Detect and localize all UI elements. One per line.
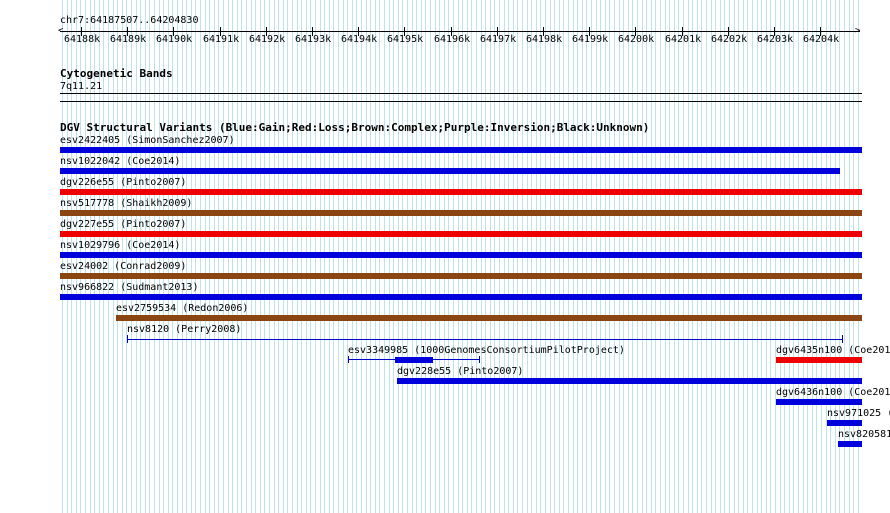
feature-label[interactable]: esv3349985 (1000GenomesConsortiumPilotPr… xyxy=(348,345,625,357)
ruler-tick-label: 64201k xyxy=(665,34,702,45)
feature-label[interactable]: dgv228e55 (Pinto2007) xyxy=(397,366,523,378)
ruler-tick-label: 64199k xyxy=(572,34,609,45)
feature-end-tick xyxy=(348,356,349,363)
feature-bar-gain[interactable] xyxy=(395,357,433,363)
cytogenetic-band-label: 7q11.21 xyxy=(60,81,103,92)
feature-bar-gain[interactable] xyxy=(60,252,862,258)
feature-label[interactable]: dgv6436n100 (Coe2014) xyxy=(776,387,890,399)
feature-label[interactable]: dgv227e55 (Pinto2007) xyxy=(60,219,186,231)
ruler-tick-label: 64200k xyxy=(618,34,655,45)
genome-browser-view: chr7:64187507..64204830 < > 64188k 64189k… xyxy=(0,0,890,513)
feature-bar-complex[interactable] xyxy=(60,273,862,279)
ruler-tick-label: 64204k xyxy=(803,34,840,45)
feature-bar-gain[interactable] xyxy=(838,441,862,447)
feature-bar-gain[interactable] xyxy=(60,294,862,300)
feature-bar-complex[interactable] xyxy=(60,210,862,216)
feature-end-tick xyxy=(127,335,128,343)
ruler-left-arrow: < xyxy=(58,26,64,36)
ruler-tick-label: 64191k xyxy=(203,34,240,45)
ruler-axis-line xyxy=(60,31,860,32)
ruler-tick-label: 64192k xyxy=(249,34,286,45)
ruler-tick-label: 64197k xyxy=(480,34,517,45)
cytogenetic-track-title: Cytogenetic Bands xyxy=(60,67,173,80)
feature-end-tick xyxy=(479,356,480,363)
feature-bar-gain[interactable] xyxy=(60,168,840,174)
feature-label[interactable]: esv24002 (Conrad2009) xyxy=(60,261,186,273)
ruler-tick-label: 64196k xyxy=(434,34,471,45)
feature-label[interactable]: nsv1029796 (Coe2014) xyxy=(60,240,180,252)
feature-bar-loss[interactable] xyxy=(776,357,862,363)
feature-end-tick xyxy=(842,335,843,343)
feature-bar-gain[interactable] xyxy=(827,420,862,426)
feature-label[interactable]: nsv966822 (Sudmant2013) xyxy=(60,282,198,294)
feature-label[interactable]: nsv517778 (Shaikh2009) xyxy=(60,198,192,210)
ruler-tick-label: 64203k xyxy=(757,34,794,45)
ruler-tick-label: 64189k xyxy=(110,34,147,45)
ruler-tick-label: 64195k xyxy=(387,34,424,45)
cytogenetic-band-bottom-line xyxy=(60,101,862,102)
ruler-tick-label: 64190k xyxy=(156,34,193,45)
feature-label[interactable]: nsv971025 (Coe2014) xyxy=(827,408,890,420)
feature-label[interactable]: nsv8120 (Perry2008) xyxy=(127,324,241,336)
feature-label[interactable]: nsv820581 (Coe2014) xyxy=(838,429,890,441)
feature-bar-gain[interactable] xyxy=(776,399,862,405)
feature-bar-complex[interactable] xyxy=(116,315,862,321)
ruler-position-label: chr7:64187507..64204830 xyxy=(60,15,199,26)
feature-bar-gain[interactable] xyxy=(397,378,862,384)
ruler-tick-label: 64193k xyxy=(295,34,332,45)
cytogenetic-band-top-line xyxy=(60,93,862,94)
feature-label[interactable]: dgv226e55 (Pinto2007) xyxy=(60,177,186,189)
ruler-tick-label: 64188k xyxy=(64,34,101,45)
ruler-right-arrow: > xyxy=(855,26,861,36)
feature-line-gain[interactable] xyxy=(127,339,843,340)
feature-bar-gain[interactable] xyxy=(60,147,862,153)
ruler-tick-label: 64194k xyxy=(341,34,378,45)
feature-bar-loss[interactable] xyxy=(60,231,862,237)
dgv-track-title: DGV Structural Variants (Blue:Gain;Red:L… xyxy=(60,121,650,134)
ruler-tick-label: 64198k xyxy=(526,34,563,45)
feature-label[interactable]: dgv6435n100 (Coe2014) xyxy=(776,345,890,357)
ruler-tick-label: 64202k xyxy=(711,34,748,45)
feature-label[interactable]: esv2422405 (SimonSanchez2007) xyxy=(60,135,235,147)
feature-label[interactable]: esv2759534 (Redon2006) xyxy=(116,303,248,315)
feature-bar-loss[interactable] xyxy=(60,189,862,195)
feature-label[interactable]: nsv1022042 (Coe2014) xyxy=(60,156,180,168)
